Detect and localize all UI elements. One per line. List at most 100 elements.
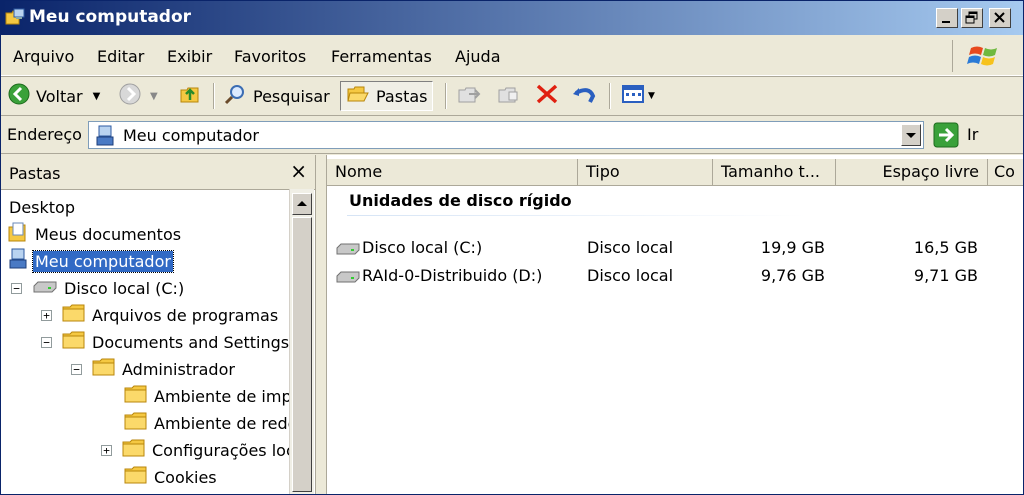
tree-item-label: Arquivos de programas [92,305,279,325]
my-documents-icon [7,221,29,247]
address-value: Meu computador [123,126,259,145]
undo-button[interactable] [571,81,597,111]
tree-item-label: Meus documentos [35,224,182,244]
go-button-label[interactable]: Ir [967,125,978,144]
folder-icon [92,357,116,381]
tree-item-label: Meu computador [32,249,174,273]
tree-item-label: Desktop [9,197,75,217]
column-header-tipo[interactable]: Tipo [578,159,713,185]
tree-item-disco-local-c[interactable]: − Disco local (C:) [11,276,186,300]
up-folder-button[interactable] [178,81,202,111]
folder-icon [62,330,86,354]
toolbar-separator [445,83,447,109]
menu-bar: Arquivo Editar Exibir Favoritos Ferramen… [1,37,1023,76]
address-dropdown-button[interactable] [901,124,921,146]
tree-item-administrador[interactable]: − Administrador [71,357,237,381]
back-dropdown-icon[interactable]: ▼ [93,91,101,102]
close-button[interactable] [989,8,1011,28]
address-field[interactable]: Meu computador [88,121,924,149]
back-label: Voltar [36,86,83,106]
column-header-nome[interactable]: Nome [327,159,578,185]
scrollbar-thumb[interactable] [292,217,312,492]
folders-pane-header: Pastas × [1,155,315,190]
collapse-icon[interactable]: − [71,363,82,375]
folder-icon [124,411,148,435]
tree-item-ambiente-de-impressao[interactable]: Ambiente de impr [124,384,300,408]
drive-icon [335,269,361,288]
expand-icon[interactable]: + [101,444,112,456]
forward-button[interactable]: ▼ [118,81,158,111]
undo-icon [571,82,597,110]
content-pane: Nome Tipo Tamanho t... Espaço livre Co U… [326,155,1023,494]
tree-item-label: Administrador [122,359,235,379]
drive-row[interactable]: RAId-0-Distribuido (D:) Disco local 9,76… [327,263,1023,289]
windows-logo-icon [952,40,1015,72]
tree-item-meus-documentos[interactable]: Meus documentos [7,222,183,246]
drive-icon [32,279,58,298]
folder-icon [124,465,148,489]
drive-type: Disco local [587,266,674,285]
tree-item-label: Configurações loc [152,440,295,460]
window-title: Meu computador [29,7,192,27]
folders-label: Pastas [376,86,428,106]
collapse-icon[interactable]: − [41,336,52,348]
group-divider [347,215,807,216]
column-header-comentarios[interactable]: Co [988,159,1023,185]
menu-ajuda[interactable]: Ajuda [455,47,501,66]
drive-name: RAId-0-Distribuido (D:) [362,266,543,285]
menu-ferramentas[interactable]: Ferramentas [331,47,432,66]
search-button[interactable]: Pesquisar [223,81,330,111]
toolbar: Voltar ▼ ▼ Pesquisar Pastas ▼ [1,77,1023,116]
delete-x-icon [534,82,560,110]
column-header-tamanho[interactable]: Tamanho t... [713,159,836,185]
tree-item-configuracoes-locais[interactable]: + Configurações loc [101,438,297,462]
forward-dropdown-icon[interactable]: ▼ [150,91,158,102]
scroll-up-button[interactable] [292,193,312,215]
tree-item-label: Cookies [154,467,217,487]
maximize-button[interactable] [961,8,983,28]
back-button[interactable]: Voltar ▼ [7,81,100,111]
menu-exibir[interactable]: Exibir [167,47,212,66]
title-bar[interactable]: Meu computador [1,1,1023,35]
folders-pane-title: Pastas [9,164,61,183]
close-icon[interactable]: × [290,159,307,183]
computer-icon [95,125,115,151]
folders-scrollbar[interactable] [289,189,314,494]
collapse-icon[interactable]: − [11,282,22,294]
minimize-button[interactable] [936,8,958,28]
folders-button[interactable]: Pastas [340,81,434,111]
tree-item-ambiente-de-rede[interactable]: Ambiente de rede [124,411,299,435]
tree-item-arquivos-de-programas[interactable]: + Arquivos de programas [41,303,280,327]
drive-row[interactable]: Disco local (C:) Disco local 19,9 GB 16,… [327,235,1023,261]
menu-arquivo[interactable]: Arquivo [13,47,74,66]
copy-to-button[interactable] [497,81,523,111]
move-to-button[interactable] [457,81,483,111]
folder-icon [124,384,148,408]
menu-editar[interactable]: Editar [97,47,144,66]
tree-item-documents-and-settings[interactable]: − Documents and Settings [41,330,291,354]
menu-favoritos[interactable]: Favoritos [234,47,306,66]
tree-item-meu-computador[interactable]: Meu computador [7,248,174,273]
delete-button[interactable] [534,81,560,111]
column-headers: Nome Tipo Tamanho t... Espaço livre Co [327,159,1023,186]
go-arrow-icon[interactable] [933,122,959,148]
pane-splitter[interactable] [316,155,326,494]
forward-arrow-icon [118,82,142,110]
folder-icon [62,303,86,327]
drive-icon [335,241,361,260]
search-label: Pesquisar [253,86,330,106]
folders-icon [346,83,370,109]
expand-icon[interactable]: + [41,309,52,321]
tree-item-desktop[interactable]: Desktop [7,195,77,219]
tree-item-cookies[interactable]: Cookies [124,465,219,489]
toolbar-separator [609,83,611,109]
address-label: Endereço [7,125,82,144]
drive-name: Disco local (C:) [362,238,483,257]
drive-total-size: 19,9 GB [760,238,825,257]
back-arrow-icon [7,82,31,110]
drive-total-size: 9,76 GB [760,266,825,285]
views-button[interactable]: ▼ [621,81,655,111]
tree-item-label: Ambiente de impr [154,386,299,406]
column-header-espaco-livre[interactable]: Espaço livre [836,159,988,185]
tree-item-label: Ambiente de rede [154,413,298,433]
